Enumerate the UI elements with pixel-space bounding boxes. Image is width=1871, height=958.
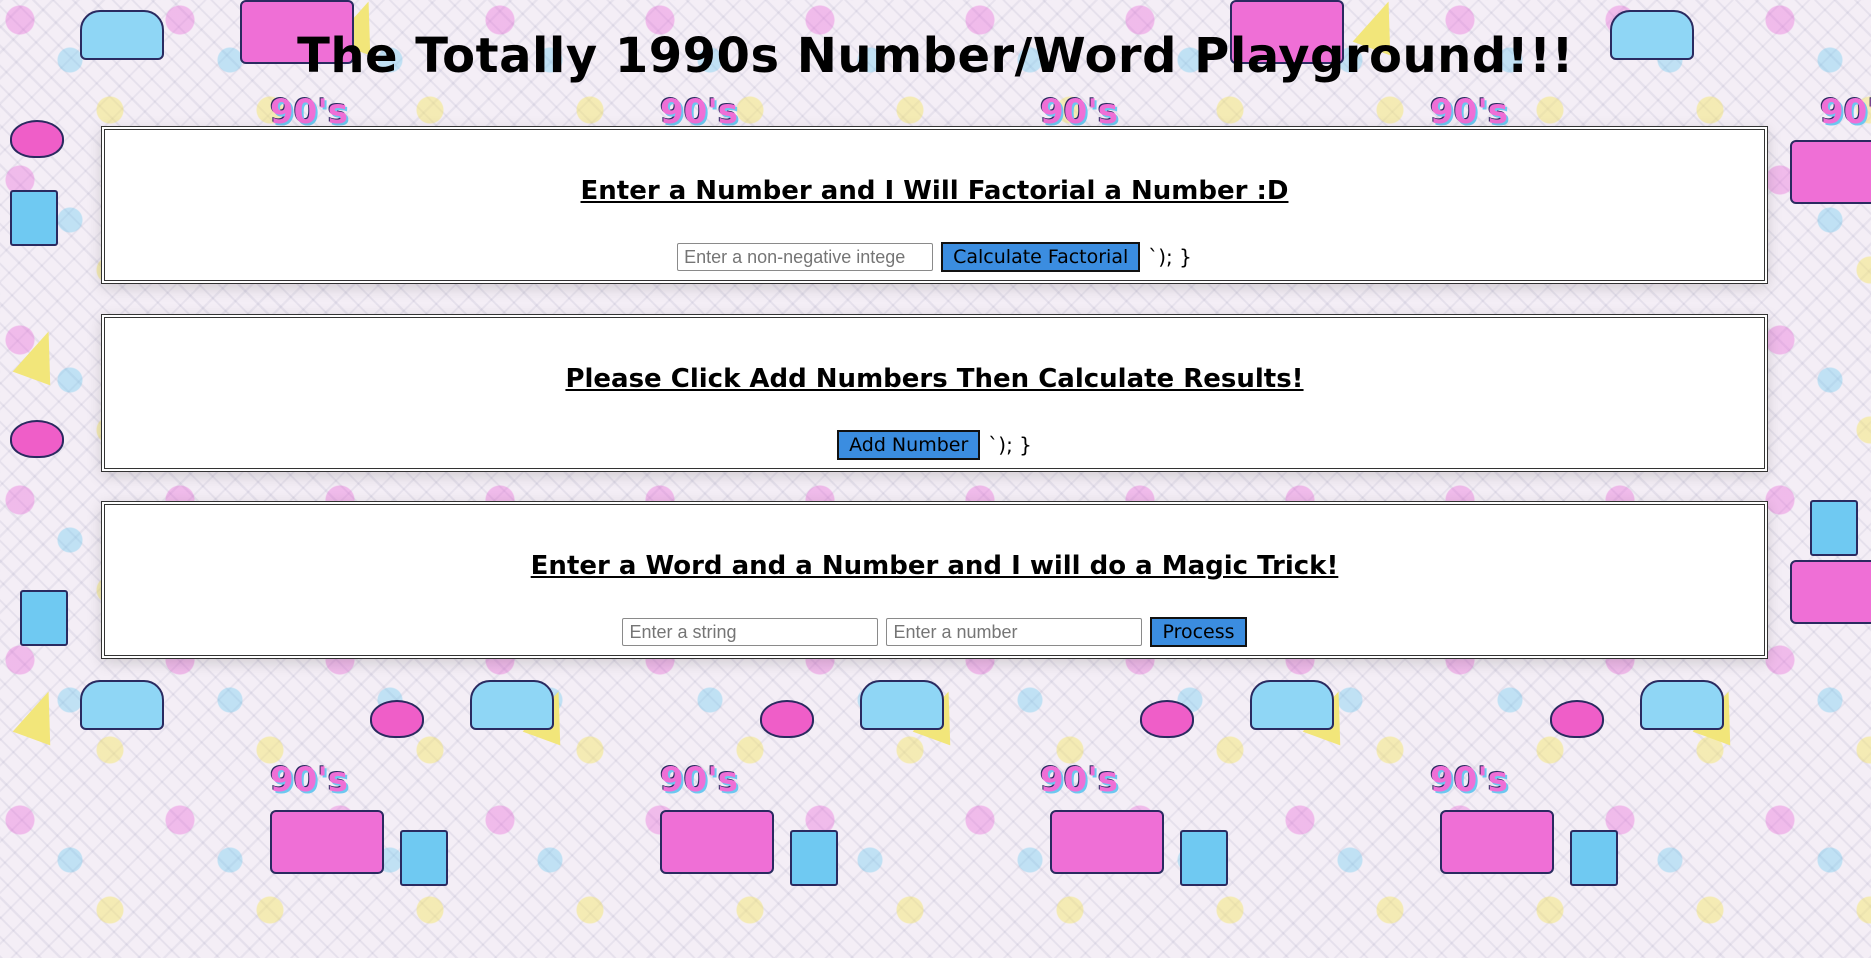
factorial-heading: Enter a Number and I Will Factorial a Nu… <box>580 176 1289 206</box>
floppy-disk-sticker <box>20 590 68 646</box>
process-button[interactable]: Process <box>1150 617 1247 647</box>
page-title: The Totally 1990s Number/Word Playground… <box>297 28 1574 84</box>
add-numbers-heading: Please Click Add Numbers Then Calculate … <box>565 364 1304 394</box>
magic-trick-panel: Enter a Word and a Number and I will do … <box>101 501 1768 659</box>
lips-sticker <box>1140 700 1194 738</box>
rollerskate-sticker <box>80 680 164 730</box>
factorial-number-input[interactable] <box>677 243 934 271</box>
nineties-sticker: 90's <box>270 760 348 800</box>
lips-sticker <box>1550 700 1604 738</box>
floppy-disk-sticker <box>1180 830 1228 886</box>
nineties-sticker: 90's <box>1430 760 1508 800</box>
boombox-sticker <box>1790 560 1871 624</box>
stray-code-text: `); } <box>988 433 1032 457</box>
lightning-bolt-sticker <box>12 324 68 386</box>
nineties-sticker: 90's <box>1040 760 1118 800</box>
lightning-bolt-sticker <box>12 684 68 746</box>
rollerskate-sticker <box>1640 680 1724 730</box>
nineties-sticker: 90's <box>1820 92 1871 132</box>
add-numbers-controls: Add Number `); } <box>105 428 1764 462</box>
floppy-disk-sticker <box>790 830 838 886</box>
floppy-disk-sticker <box>10 190 58 246</box>
lips-sticker <box>10 120 64 158</box>
factorial-controls: Calculate Factorial `); } <box>105 240 1764 274</box>
lips-sticker <box>760 700 814 738</box>
boombox-sticker <box>1050 810 1164 874</box>
factorial-panel: Enter a Number and I Will Factorial a Nu… <box>101 126 1768 284</box>
boombox-sticker <box>660 810 774 874</box>
string-input[interactable] <box>622 618 879 646</box>
lips-sticker <box>370 700 424 738</box>
boombox-sticker <box>1440 810 1554 874</box>
add-numbers-panel: Please Click Add Numbers Then Calculate … <box>101 314 1768 472</box>
calculate-factorial-button[interactable]: Calculate Factorial <box>941 242 1141 272</box>
add-number-button[interactable]: Add Number <box>837 430 981 460</box>
rollerskate-sticker <box>1250 680 1334 730</box>
rollerskate-sticker <box>860 680 944 730</box>
number-input[interactable] <box>886 618 1143 646</box>
floppy-disk-sticker <box>1810 500 1858 556</box>
floppy-disk-sticker <box>1570 830 1618 886</box>
stray-code-text: `); } <box>1148 245 1192 269</box>
floppy-disk-sticker <box>400 830 448 886</box>
lips-sticker <box>10 420 64 458</box>
magic-trick-heading: Enter a Word and a Number and I will do … <box>530 551 1339 581</box>
nineties-sticker: 90's <box>660 760 738 800</box>
boombox-sticker <box>270 810 384 874</box>
rollerskate-sticker <box>470 680 554 730</box>
magic-trick-controls: Process <box>105 615 1764 649</box>
boombox-sticker <box>1790 140 1871 204</box>
